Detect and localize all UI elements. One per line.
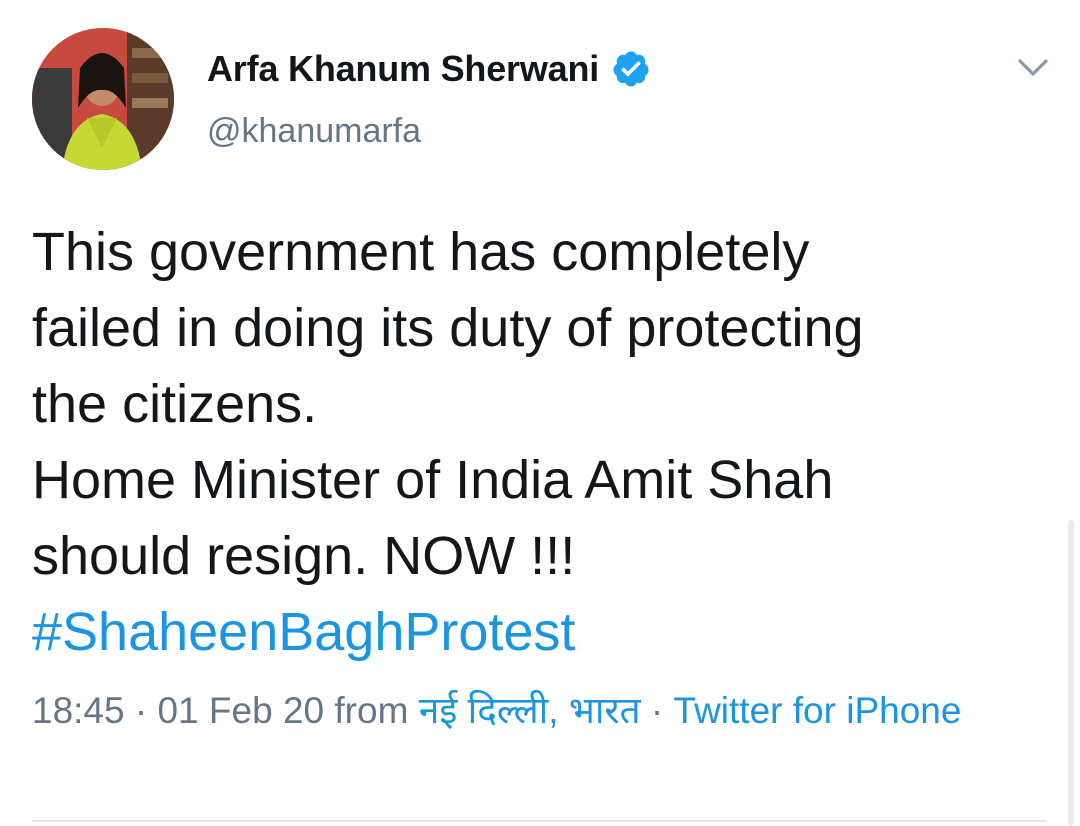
author-name-row[interactable]: Arfa Khanum Sherwani	[207, 44, 651, 94]
tweet-detail: Arfa Khanum Sherwani @khanumarfa This go…	[0, 0, 1080, 826]
tweet-text-line: This government has completely	[32, 222, 810, 282]
scrollbar[interactable]	[1068, 520, 1074, 826]
meta-separator: ·	[134, 690, 148, 731]
tweet-text: This government has completely failed in…	[32, 214, 1042, 670]
tweet-source-link[interactable]: Twitter for iPhone	[674, 690, 962, 731]
chevron-down-icon[interactable]	[1014, 52, 1052, 82]
meta-separator: ·	[650, 690, 664, 731]
tweet-text-line: Home Minister of India Amit Shah	[32, 450, 834, 510]
tweet-text-line: the citizens.	[32, 374, 318, 434]
meta-from-label: from	[334, 690, 409, 731]
tweet-text-line: failed in doing its duty of protecting	[32, 298, 864, 358]
author-display-name[interactable]: Arfa Khanum Sherwani	[207, 48, 599, 90]
tweet-meta: 18:45 · 01 Feb 20 from नई दिल्ली, भारत ·…	[32, 684, 1032, 738]
verified-badge-icon	[613, 51, 649, 87]
tweet-date: 01 Feb 20	[157, 690, 325, 731]
tweet-time: 18:45	[32, 690, 125, 731]
profile-photo	[32, 28, 174, 170]
tweet-location-link[interactable]: नई दिल्ली, भारत	[419, 690, 641, 731]
hashtag-link[interactable]: #ShaheenBaghProtest	[32, 594, 1042, 670]
author-handle[interactable]: @khanumarfa	[207, 112, 421, 151]
divider	[32, 820, 1047, 822]
tweet-text-line: should resign. NOW !!!	[32, 526, 576, 586]
avatar[interactable]	[32, 28, 174, 170]
